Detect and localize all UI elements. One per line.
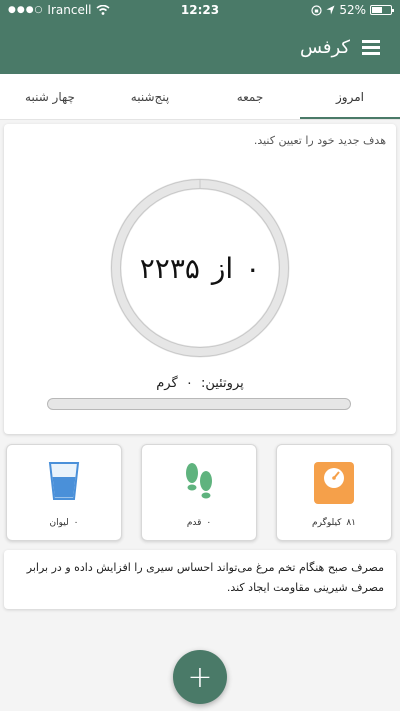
tip-card: مصرف صبح هنگام تخم مرغ می‌تواند احساس سی… xyxy=(4,550,396,609)
tab-today[interactable]: امروز xyxy=(300,74,400,119)
signal-icon: ●●●○ xyxy=(8,5,44,15)
calorie-goal-card: هدف جدید خود را تعیین کنید. ۰ از ۲۲۳۵ پر… xyxy=(4,124,396,434)
plus-icon: + xyxy=(187,659,213,695)
orientation-lock-icon xyxy=(311,4,322,16)
water-unit: لیوان xyxy=(49,518,69,528)
protein-summary: پروتئین: ۰ گرم xyxy=(4,376,396,391)
tab-wednesday[interactable]: چهار شنبه xyxy=(0,74,100,119)
status-bar: ●●●○ Irancell 12:23 52% xyxy=(0,0,400,20)
status-right: 52% xyxy=(311,3,394,17)
steps-label: ۰ قدم xyxy=(142,518,256,528)
battery-icon xyxy=(370,5,394,15)
protein-unit: گرم xyxy=(156,376,178,391)
app-title: کرفس xyxy=(299,36,350,58)
tab-thursday[interactable]: پنج‌شنبه xyxy=(100,74,200,119)
status-left: ●●●○ Irancell xyxy=(8,3,110,17)
calorie-target: ۲۲۳۵ xyxy=(139,251,200,285)
day-tabs: امروز جمعه پنج‌شنبه چهار شنبه xyxy=(0,74,400,120)
wifi-icon xyxy=(96,5,110,15)
battery-percent: 52% xyxy=(339,3,366,17)
water-label: ۰ لیوان xyxy=(7,518,121,528)
tip-text: مصرف صبح هنگام تخم مرغ می‌تواند احساس سی… xyxy=(26,561,384,594)
protein-value: ۰ xyxy=(185,376,193,391)
weight-unit: کیلوگرم xyxy=(312,518,342,528)
calories-separator: از xyxy=(211,251,234,285)
add-button[interactable]: + xyxy=(173,650,227,704)
water-glass-icon xyxy=(48,462,80,500)
scale-icon xyxy=(314,462,354,504)
weight-value: ۸۱ xyxy=(346,518,356,528)
hamburger-menu-icon[interactable] xyxy=(362,39,380,55)
water-tile[interactable]: ۰ لیوان xyxy=(6,444,122,541)
protein-progress-bar xyxy=(47,398,351,410)
steps-unit: قدم xyxy=(186,518,202,528)
footsteps-icon xyxy=(186,463,212,499)
tab-friday[interactable]: جمعه xyxy=(200,74,300,119)
location-icon xyxy=(326,5,335,15)
weight-tile[interactable]: ۸۱ کیلوگرم xyxy=(276,444,392,541)
calories-consumed: ۰ xyxy=(245,251,261,285)
steps-tile[interactable]: ۰ قدم xyxy=(141,444,257,541)
protein-label: پروتئین: xyxy=(200,376,244,391)
carrier-name: Irancell xyxy=(47,3,92,17)
weight-label: ۸۱ کیلوگرم xyxy=(277,518,391,528)
steps-value: ۰ xyxy=(206,518,212,528)
water-value: ۰ xyxy=(73,518,79,528)
calorie-summary: ۰ از ۲۲۳۵ xyxy=(110,178,290,358)
app-bar: کرفس xyxy=(0,20,400,74)
set-goal-link[interactable]: هدف جدید خود را تعیین کنید. xyxy=(254,134,386,147)
